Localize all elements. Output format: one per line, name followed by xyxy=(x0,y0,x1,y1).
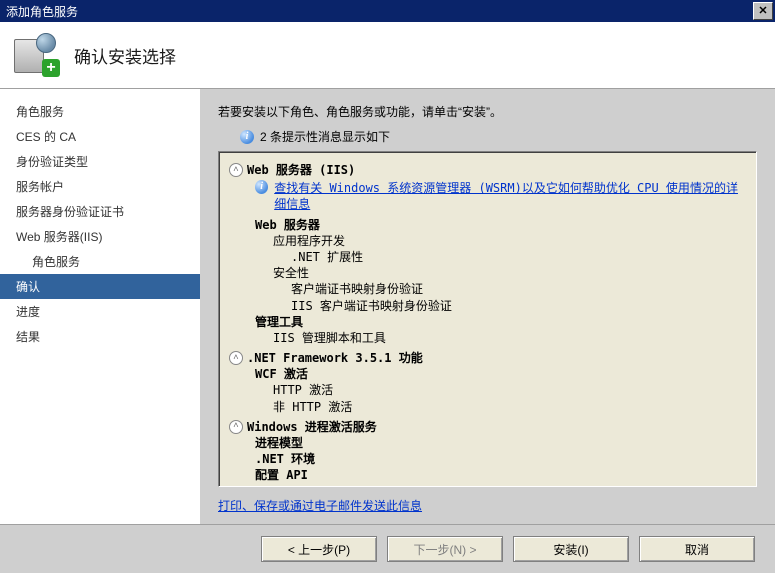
mgmt-scripts-label: IIS 管理脚本和工具 xyxy=(229,330,746,346)
body: 角色服务CES 的 CA身份验证类型服务帐户服务器身份验证证书Web 服务器(I… xyxy=(0,89,775,524)
group-netfx: ˄ .NET Framework 3.5.1 功能 xyxy=(229,350,746,366)
next-button: 下一步(N) > xyxy=(387,536,503,562)
sidebar-item-0[interactable]: 角色服务 xyxy=(0,99,200,124)
info-icon: i xyxy=(255,180,268,194)
proc-model: 进程模型 xyxy=(229,435,746,451)
net-ext-label: .NET 扩展性 xyxy=(229,249,746,265)
group-iis: ˄ Web 服务器 (IIS) xyxy=(229,162,746,178)
group-iis-title: Web 服务器 (IIS) xyxy=(247,162,355,178)
webserver-label: Web 服务器 xyxy=(229,217,746,233)
prev-button[interactable]: < 上一步(P) xyxy=(261,536,377,562)
main-panel: 若要安装以下角色、角色服务或功能，请单击“安装”。 i 2 条提示性消息显示如下… xyxy=(200,89,775,524)
iis-hint-row: i 查找有关 Windows 系统资源管理器 (WSRM)以及它如何帮助优化 C… xyxy=(229,180,746,212)
cancel-button[interactable]: 取消 xyxy=(639,536,755,562)
security-label: 安全性 xyxy=(229,265,746,281)
page-title: 确认安装选择 xyxy=(74,43,176,68)
summary-box: ˄ Web 服务器 (IIS) i 查找有关 Windows 系统资源管理器 (… xyxy=(218,151,757,487)
close-icon[interactable]: ✕ xyxy=(753,2,773,20)
chevron-up-icon[interactable]: ˄ xyxy=(229,420,243,434)
titlebar: 添加角色服务 ✕ xyxy=(0,0,775,22)
sidebar-item-7[interactable]: 确认 xyxy=(0,274,200,299)
sidebar-item-5[interactable]: Web 服务器(IIS) xyxy=(0,224,200,249)
sidebar-item-9[interactable]: 结果 xyxy=(0,324,200,349)
chevron-up-icon[interactable]: ˄ xyxy=(229,163,243,177)
iis-client-cert-map: IIS 客户端证书映射身份验证 xyxy=(229,298,746,314)
group-netfx-title: .NET Framework 3.5.1 功能 xyxy=(247,350,423,366)
sidebar-item-8[interactable]: 进度 xyxy=(0,299,200,324)
group-was-title: Windows 进程激活服务 xyxy=(247,419,377,435)
info-icon: i xyxy=(240,130,254,144)
group-was: ˄ Windows 进程激活服务 xyxy=(229,419,746,435)
sidebar-item-2[interactable]: 身份验证类型 xyxy=(0,149,200,174)
window-title: 添加角色服务 xyxy=(6,3,753,20)
sidebar-item-1[interactable]: CES 的 CA xyxy=(0,124,200,149)
chevron-up-icon[interactable]: ˄ xyxy=(229,351,243,365)
nonhttp-act: 非 HTTP 激活 xyxy=(229,399,746,415)
config-api: 配置 API xyxy=(229,467,746,483)
print-save-email-link[interactable]: 打印、保存或通过电子邮件发送此信息 xyxy=(218,499,422,513)
client-cert-map: 客户端证书映射身份验证 xyxy=(229,281,746,297)
sidebar-item-4[interactable]: 服务器身份验证证书 xyxy=(0,199,200,224)
net-env: .NET 环境 xyxy=(229,451,746,467)
intro-text: 若要安装以下角色、角色服务或功能，请单击“安装”。 xyxy=(218,103,757,120)
sidebar: 角色服务CES 的 CA身份验证类型服务帐户服务器身份验证证书Web 服务器(I… xyxy=(0,89,200,524)
http-act: HTTP 激活 xyxy=(229,382,746,398)
link-row: 打印、保存或通过电子邮件发送此信息 xyxy=(218,497,757,514)
header: + 确认安装选择 xyxy=(0,22,775,89)
sidebar-item-6[interactable]: 角色服务 xyxy=(0,249,200,274)
wcf-label: WCF 激活 xyxy=(229,366,746,382)
footer: < 上一步(P) 下一步(N) > 安装(I) 取消 xyxy=(0,524,775,573)
wsrm-help-link[interactable]: 查找有关 Windows 系统资源管理器 (WSRM)以及它如何帮助优化 CPU… xyxy=(274,180,746,212)
server-role-add-icon: + xyxy=(14,35,54,75)
wizard-window: 添加角色服务 ✕ + 确认安装选择 角色服务CES 的 CA身份验证类型服务帐户… xyxy=(0,0,775,573)
install-button[interactable]: 安装(I) xyxy=(513,536,629,562)
info-row: i 2 条提示性消息显示如下 xyxy=(240,128,757,145)
sidebar-item-3[interactable]: 服务帐户 xyxy=(0,174,200,199)
app-dev-label: 应用程序开发 xyxy=(229,233,746,249)
mgmt-tools-label: 管理工具 xyxy=(229,314,746,330)
info-count-text: 2 条提示性消息显示如下 xyxy=(260,128,390,145)
